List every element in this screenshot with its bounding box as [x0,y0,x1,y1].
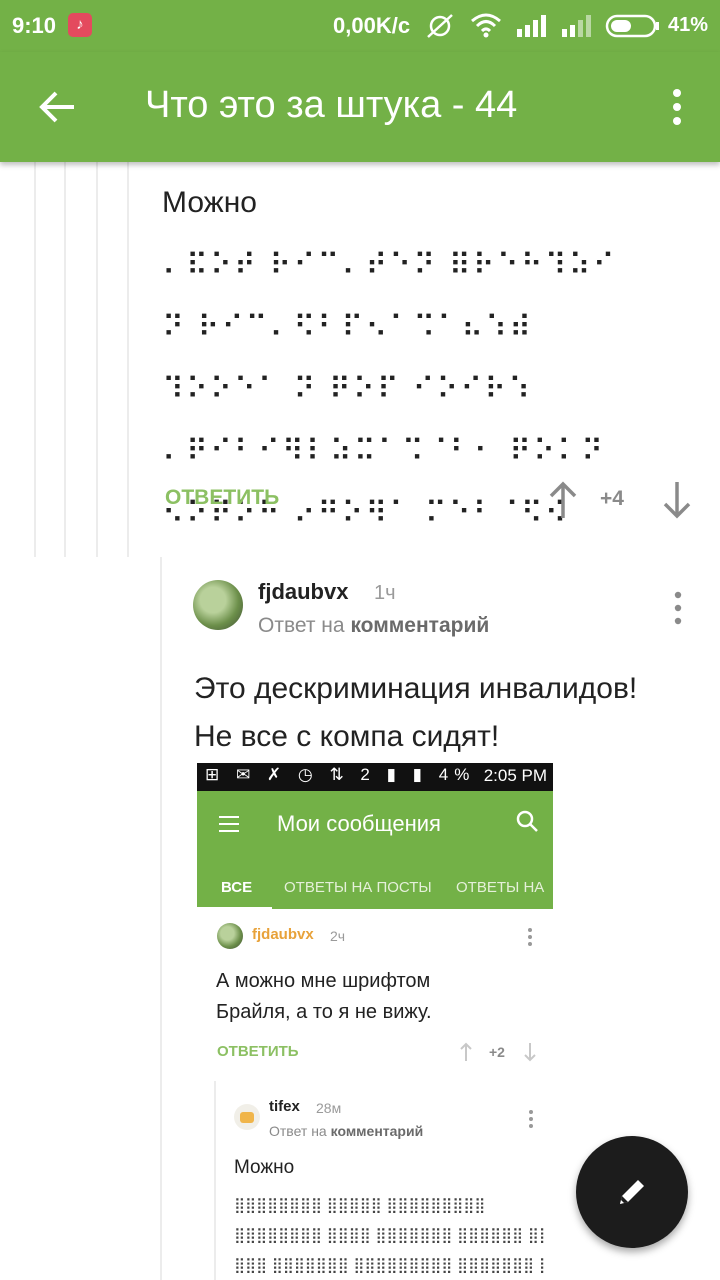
tab-indicator [197,907,272,910]
avatar[interactable] [193,580,243,630]
screenshot-downvote-icon [524,1043,536,1062]
thread-indent-lines [0,162,140,557]
tiktok-notification-icon: ♪ [68,13,92,37]
screenshot-avatar [217,923,243,949]
wifi-icon [471,13,501,38]
screenshot-more-icon [528,928,532,946]
screenshot-comment-body: А можно мне шрифтом Брайля, а то я не ви… [216,966,536,1028]
pencil-icon [620,1180,644,1204]
screenshot-reply-more-icon [529,1110,533,1128]
upvote-arrow-icon[interactable] [546,480,580,520]
status-time: 9:10 [12,13,57,38]
screenshot-title: Мои сообщения [277,811,441,836]
embedded-screenshot[interactable]: ⊞ ✉ ✗ ◷ ⇅ 2 ▮ ▮ 4% 2:05 PM Мои сообщения… [197,763,553,1280]
more-options-icon[interactable] [662,85,692,129]
screenshot-username: fjdaubvx [252,926,314,943]
signal-2-icon [562,15,591,37]
screenshot-braille-line: ⣿⣿⣿⣿⣿⣿⣿⣿ ⣿⣿⣿⣿⣿ ⣿⣿⣿⣿⣿⣿⣿⣿⣿ [234,1196,486,1214]
username[interactable]: fjdaubvx [258,579,348,605]
screenshot-thread-line [214,1081,216,1280]
page-title: Что это за штука - 44 [145,84,518,126]
screenshot-comment-line: Брайля, а то я не вижу. [216,1001,432,1023]
screenshot-tabs: ВСЕ ОТВЕТЫ НА ПОСТЫ ОТВЕТЫ НА [197,869,553,910]
screenshot-score: +2 [489,1044,505,1060]
reply-to-label: Ответ на комментарий [258,614,489,638]
screenshot-braille-text: ⣿⣿⣿⣿⣿⣿⣿⣿ ⣿⣿⣿⣿⣿ ⣿⣿⣿⣿⣿⣿⣿⣿⣿ ⣿⣿⣿⣿⣿⣿⣿⣿ ⣿⣿⣿⣿ ⣿… [234,1190,544,1280]
status-bar: 9:10 ♪ 0,00K/c 41% [0,0,720,52]
screenshot-reply-age: 28м [316,1100,342,1116]
reply-prefix: Ответ на [258,614,345,637]
comment-more-icon[interactable] [668,590,688,626]
tab-all: ВСЕ [221,879,253,896]
screenshot-reply-prefix: Ответ на [269,1123,327,1139]
search-icon [516,810,538,832]
braille-line: ⠹⠕⠕⠑⠁ ⠝ ⠟⠕⠏ ⠊⠕⠊⠗⠱ [162,372,533,407]
tab-replies: ОТВЕТЫ НА [456,879,545,896]
screenshot-reply-text: Можно [234,1157,295,1178]
alarm-off-icon [427,14,453,38]
comment-body: Это дескриминация инвалидов! Не все с ко… [194,665,704,761]
screenshot-reply-target: комментарий [330,1123,424,1139]
app-bar: Что это за штука - 44 [0,52,720,162]
screenshot-upvote-icon [460,1042,472,1061]
screenshot-app-bar: Мои сообщения ВСЕ ОТВЕТЫ НА ПОСТЫ ОТВЕТЫ… [197,791,553,910]
thread-indent-line [160,557,162,1280]
comment-body-line: Это дескриминация инвалидов! [194,672,638,705]
tab-post-replies: ОТВЕТЫ НА ПОСТЫ [284,879,432,896]
screenshot-status-icons: ⊞ ✉ ✗ ◷ ⇅ 2 ▮ ▮ 4% [205,765,476,784]
screenshot-status-bar: ⊞ ✉ ✗ ◷ ⇅ 2 ▮ ▮ 4% 2:05 PM [197,763,553,791]
reply-target-link[interactable]: комментарий [350,614,489,637]
screenshot-comment-line: А можно мне шрифтом [216,970,431,992]
braille-line: ⠄⠯⠕⠞ ⠗⠊⠉⠄⠞⠑⠝ ⠿⠗⠑⠓⠹⠵⠊ [162,248,617,283]
write-comment-button[interactable] [576,1136,688,1248]
comment-score: +4 [600,487,624,510]
screenshot-reply-avatar [234,1104,260,1130]
downvote-arrow-icon[interactable] [660,480,694,520]
screenshot-braille-line: ⣿⣿⣿ ⣿⣿⣿⣿⣿⣿⣿ ⣿⣿⣿⣿⣿⣿⣿⣿⣿ ⣿⣿⣿⣿⣿⣿⣿ ⣿⣿⣿ [234,1256,544,1274]
menu-icon [219,816,239,834]
comment-body-line: Не все с компа сидят! [194,720,500,753]
screenshot-braille-line: ⣿⣿⣿⣿⣿⣿⣿⣿ ⣿⣿⣿⣿ ⣿⣿⣿⣿⣿⣿⣿ ⣿⣿⣿⣿⣿⣿ ⣿⣿ [234,1226,544,1244]
screenshot-reply-username: tifex [269,1098,300,1115]
reply-button[interactable]: ОТВЕТИТЬ [165,486,279,510]
screenshot-status-time: 2:05 PM [483,766,547,785]
screenshot-comment-age: 2ч [330,928,346,944]
battery-icon [605,14,659,38]
comment-age: 1ч [374,582,396,604]
network-speed: 0,00K/c [333,13,411,38]
signal-icon [517,15,546,37]
back-arrow-icon[interactable] [36,85,80,129]
screenshot-reply-to-label: Ответ на комментарий [269,1123,423,1139]
screenshot-reply-label: ОТВЕТИТЬ [217,1043,299,1060]
braille-line: ⠝ ⠗⠊⠉⠄⠫⠃⠏⠢⠁⠩⠁⠦⠱⠾ [162,310,534,345]
braille-line: ⠄⠟⠊⠃⠊⠻⠇⠵⠭⠁⠩⠈⠃⠂ ⠟⠕⠅⠝ [162,434,606,469]
battery-percent: 41% [668,14,709,36]
comment-text: Можно [162,186,257,219]
